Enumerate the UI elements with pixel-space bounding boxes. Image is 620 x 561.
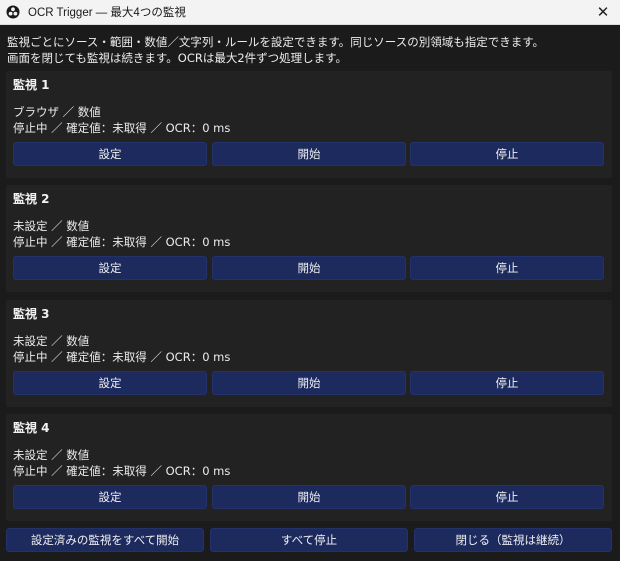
monitor-summary: 未設定 ／ 数値 (13, 219, 90, 233)
monitor-status: 停止中 ／ 確定値：未取得 ／ OCR：0 ms (13, 464, 231, 478)
monitor-card-3: 監視 3 未設定 ／ 数値 停止中 ／ 確定値：未取得 ／ OCR：0 ms 設… (6, 300, 612, 407)
monitor-summary: 未設定 ／ 数値 (13, 448, 90, 462)
obs-logo-icon (5, 4, 21, 20)
start-button[interactable]: 開始 (212, 485, 406, 509)
settings-button[interactable]: 設定 (13, 142, 207, 166)
intro-line-2: 画面を閉じても監視は続きます。OCRは最大2件ずつ処理します。 (7, 51, 348, 65)
monitor-title: 監視 3 (13, 307, 50, 321)
stop-button[interactable]: 停止 (410, 371, 604, 395)
window-title: OCR Trigger — 最大4つの監視 (28, 7, 186, 19)
monitor-card-1: 監視 1 ブラウザ ／ 数値 停止中 ／ 確定値：未取得 ／ OCR：0 ms … (6, 71, 612, 178)
title-bar: OCR Trigger — 最大4つの監視 ✕ (0, 0, 620, 25)
close-icon[interactable]: ✕ (586, 0, 620, 24)
stop-all-button[interactable]: すべて停止 (210, 528, 408, 552)
start-button[interactable]: 開始 (212, 371, 406, 395)
start-button[interactable]: 開始 (212, 256, 406, 280)
monitor-summary: ブラウザ ／ 数値 (13, 105, 101, 119)
monitor-card-4: 監視 4 未設定 ／ 数値 停止中 ／ 確定値：未取得 ／ OCR：0 ms 設… (6, 414, 612, 521)
stop-button[interactable]: 停止 (410, 256, 604, 280)
monitor-title: 監視 4 (13, 421, 50, 435)
stop-button[interactable]: 停止 (410, 485, 604, 509)
start-all-button[interactable]: 設定済みの監視をすべて開始 (6, 528, 204, 552)
monitor-summary: 未設定 ／ 数値 (13, 334, 90, 348)
close-button[interactable]: 閉じる（監視は継続） (414, 528, 612, 552)
monitor-status: 停止中 ／ 確定値：未取得 ／ OCR：0 ms (13, 350, 231, 364)
monitor-status: 停止中 ／ 確定値：未取得 ／ OCR：0 ms (13, 121, 231, 135)
settings-button[interactable]: 設定 (13, 371, 207, 395)
intro-text: 監視ごとにソース・範囲・数値／文字列・ルールを設定できます。同じソースの別領域も… (7, 34, 613, 66)
monitor-status: 停止中 ／ 確定値：未取得 ／ OCR：0 ms (13, 235, 231, 249)
settings-button[interactable]: 設定 (13, 485, 207, 509)
monitor-title: 監視 2 (13, 192, 50, 206)
monitor-card-2: 監視 2 未設定 ／ 数値 停止中 ／ 確定値：未取得 ／ OCR：0 ms 設… (6, 185, 612, 292)
start-button[interactable]: 開始 (212, 142, 406, 166)
intro-line-1: 監視ごとにソース・範囲・数値／文字列・ルールを設定できます。同じソースの別領域も… (7, 35, 545, 49)
monitor-title: 監視 1 (13, 78, 50, 92)
stop-button[interactable]: 停止 (410, 142, 604, 166)
settings-button[interactable]: 設定 (13, 256, 207, 280)
